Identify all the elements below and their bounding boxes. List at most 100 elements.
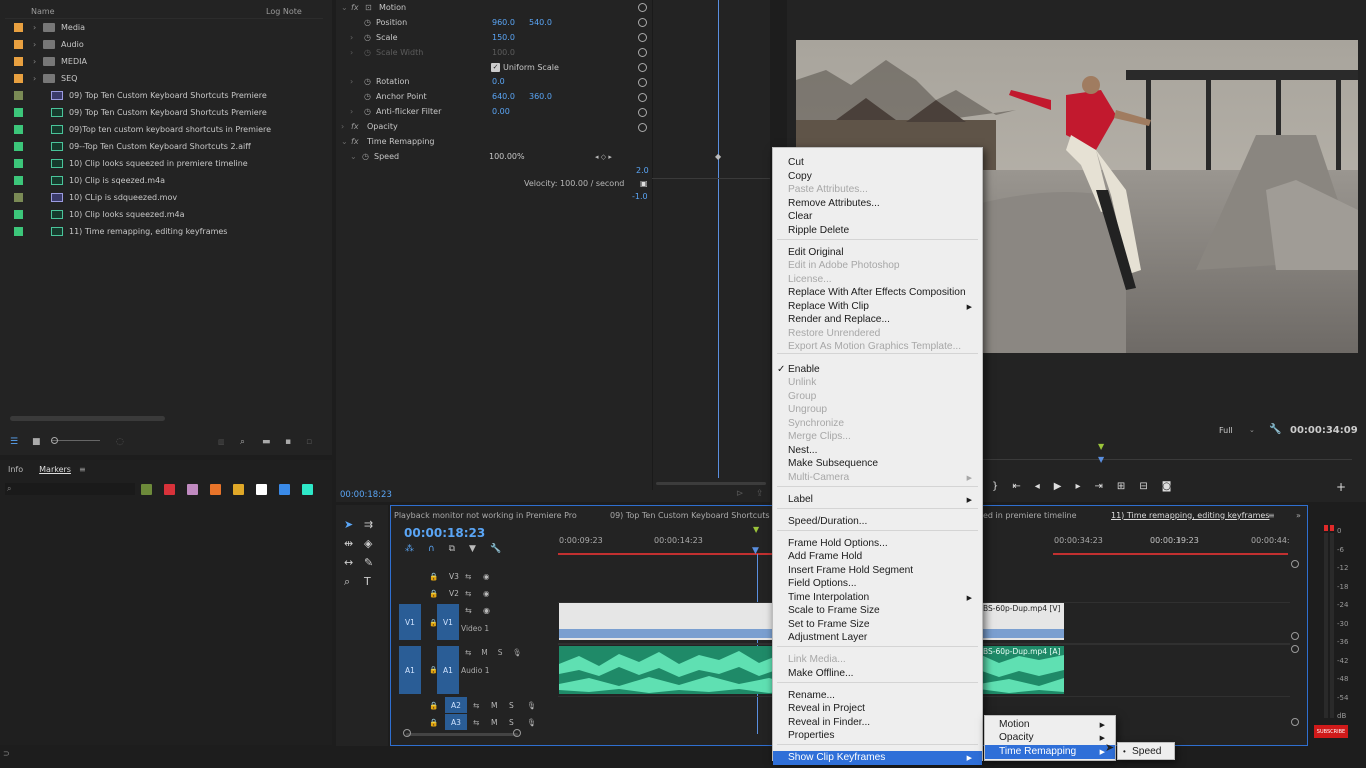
stopwatch-icon[interactable]: ◷ (362, 152, 374, 161)
anchor-x-value[interactable]: 640.0 (492, 92, 529, 101)
expand-chevron-icon[interactable]: › (33, 23, 43, 32)
menu-item-insert-frame-hold-segment[interactable]: Insert Frame Hold Segment (773, 564, 982, 578)
icon-view-icon[interactable]: ■ (32, 437, 41, 447)
speed-value[interactable]: 100.00% (489, 152, 595, 161)
project-item[interactable]: 09) Top Ten Custom Keyboard Shortcuts Pr… (5, 87, 323, 104)
sort-icon[interactable]: ◌ (116, 437, 124, 447)
automate-icon[interactable]: ▥ (218, 438, 225, 446)
menu-item-clear[interactable]: Clear (773, 210, 982, 224)
sync-lock-icon[interactable]: ⇆ (465, 589, 483, 598)
solo-button[interactable]: S (509, 701, 527, 710)
marker-color-filter[interactable] (256, 483, 267, 495)
tab-sequence[interactable]: 09) Top Ten Custom Keyboard Shortcuts Pr (610, 511, 780, 520)
marker-color-filter[interactable] (164, 483, 175, 495)
reset-parameter-icon[interactable] (638, 78, 647, 87)
stopwatch-icon[interactable]: ◷ (364, 33, 376, 42)
add-button-icon[interactable]: + (1336, 480, 1346, 494)
menu-item-edit-original[interactable]: Edit Original (773, 246, 982, 260)
camera-icon[interactable]: ◙ (1162, 481, 1172, 492)
go-to-in-icon[interactable]: ⇤ (1012, 481, 1020, 492)
submenu-item-opacity[interactable]: Opacity ▶ (985, 731, 1115, 745)
eye-icon[interactable]: ◉ (483, 589, 490, 598)
stopwatch-icon[interactable]: ◷ (364, 18, 376, 27)
menu-item-show-clip-keyframes[interactable]: Show Clip Keyframes ▶ (773, 751, 982, 765)
expand-tabs-icon[interactable]: » (1296, 511, 1301, 520)
label-color-swatch[interactable] (14, 57, 23, 66)
lock-icon[interactable]: 🔒 (429, 589, 443, 598)
menu-item-properties[interactable]: Properties (773, 729, 982, 743)
submenu-item-speed[interactable]: • Speed (1118, 745, 1174, 759)
reset-parameter-icon[interactable] (638, 3, 647, 12)
reset-parameter-icon[interactable] (638, 63, 647, 72)
tab-info[interactable]: Info (0, 461, 31, 477)
menu-item-enable[interactable]: ✓ Enable (773, 363, 982, 377)
timeline-timecode[interactable]: 00:00:18:23 (404, 526, 485, 540)
menu-item-ripple-delete[interactable]: Ripple Delete (773, 224, 982, 238)
sync-lock-icon[interactable]: ⇆ (465, 606, 472, 615)
graph-settings-icon[interactable]: ▣ (640, 179, 648, 188)
menu-item-time-interpolation[interactable]: Time Interpolation ▶ (773, 591, 982, 605)
expand-chevron-icon[interactable]: › (350, 107, 364, 116)
expand-chevron-icon[interactable]: › (341, 122, 351, 131)
track-a3-label[interactable]: A3 (445, 714, 467, 730)
source-patch-a1[interactable]: A1 (399, 646, 421, 694)
time-remapping-row[interactable]: ⌄ fx Time Remapping (341, 134, 434, 149)
tab-sequence[interactable]: Playback monitor not working in Premiere… (394, 511, 577, 520)
panel-menu-icon[interactable]: ≡ (1268, 511, 1275, 520)
reset-parameter-icon[interactable] (638, 108, 647, 117)
new-bin-icon[interactable]: ▬ (262, 437, 271, 447)
label-color-swatch[interactable] (14, 40, 23, 49)
collapse-chevron-icon[interactable]: ⌄ (341, 3, 351, 12)
lock-icon[interactable]: 🔒 (429, 701, 445, 710)
antiflicker-value[interactable]: 0.00 (492, 107, 510, 116)
position-x-value[interactable]: 960.0 (492, 18, 529, 27)
reset-parameter-icon[interactable] (638, 93, 647, 102)
mute-button[interactable]: M (491, 701, 509, 710)
label-color-swatch[interactable] (14, 176, 23, 185)
menu-item-reveal-in-project[interactable]: Reveal in Project (773, 702, 982, 716)
menu-item-field-options[interactable]: Field Options... (773, 577, 982, 591)
menu-item-adjustment-layer[interactable]: Adjustment Layer (773, 631, 982, 645)
project-item[interactable]: 09)Top ten custom keyboard shortcuts in … (5, 121, 323, 138)
label-color-swatch[interactable] (14, 193, 23, 202)
panel-menu-icon[interactable]: ≡ (79, 465, 86, 474)
playhead-icon[interactable]: ▼ (1098, 455, 1104, 464)
position-y-value[interactable]: 540.0 (529, 18, 552, 27)
project-item[interactable]: › Media (5, 19, 323, 36)
eye-icon[interactable]: ◉ (483, 606, 490, 615)
snap-icon[interactable]: ∩ (428, 544, 435, 554)
reset-parameter-icon[interactable] (638, 48, 647, 57)
menu-item-reveal-in-finder[interactable]: Reveal in Finder... (773, 716, 982, 730)
eye-icon[interactable]: ◉ (483, 572, 490, 581)
list-view-icon[interactable]: ☰ (10, 437, 18, 447)
zoom-handle[interactable] (513, 729, 521, 737)
label-color-swatch[interactable] (14, 91, 23, 100)
linked-selection-icon[interactable]: ⧉ (449, 544, 455, 554)
track-v1-target[interactable]: V1 (437, 604, 459, 640)
mute-button[interactable]: M (481, 648, 487, 657)
hand-tool-icon[interactable]: ⌕ (344, 575, 364, 589)
tab-active-sequence[interactable]: 11) Time remapping, editing keyframes (1111, 511, 1269, 520)
project-item[interactable]: 10) Clip is sqeezed.m4a (5, 172, 323, 189)
menu-item-set-to-frame-size[interactable]: Set to Frame Size (773, 618, 982, 632)
vscroll-handle[interactable] (1291, 718, 1299, 726)
menu-item-make-offline[interactable]: Make Offline... (773, 667, 982, 681)
lock-icon[interactable]: 🔒 (429, 718, 445, 727)
step-forward-icon[interactable]: ▸ (1076, 481, 1081, 492)
project-item[interactable]: 10) CLip is sdqueezed.mov (5, 189, 323, 206)
trash-icon[interactable]: ▫ (306, 437, 312, 447)
microphone-icon[interactable]: 🎙 (527, 718, 537, 727)
motion-handle-icon[interactable]: ⊡ (365, 3, 379, 12)
sync-lock-icon[interactable]: ⇆ (473, 701, 491, 710)
label-color-swatch[interactable] (14, 159, 23, 168)
program-timecode[interactable]: 00:00:34:09 (1290, 425, 1358, 436)
expand-chevron-icon[interactable]: › (33, 57, 43, 66)
effects-timecode[interactable]: 00:00:18:23 (340, 490, 392, 500)
reset-parameter-icon[interactable] (638, 18, 647, 27)
track-v2-label[interactable]: V2 (443, 589, 465, 598)
wrench-icon[interactable]: 🔧 (1269, 424, 1281, 435)
slip-tool-icon[interactable]: ↔ (344, 556, 364, 569)
menu-item-make-subsequence[interactable]: Make Subsequence (773, 457, 982, 471)
selection-tool-icon[interactable]: ➤ (344, 518, 364, 531)
menu-item-speed-duration[interactable]: Speed/Duration... (773, 515, 982, 529)
